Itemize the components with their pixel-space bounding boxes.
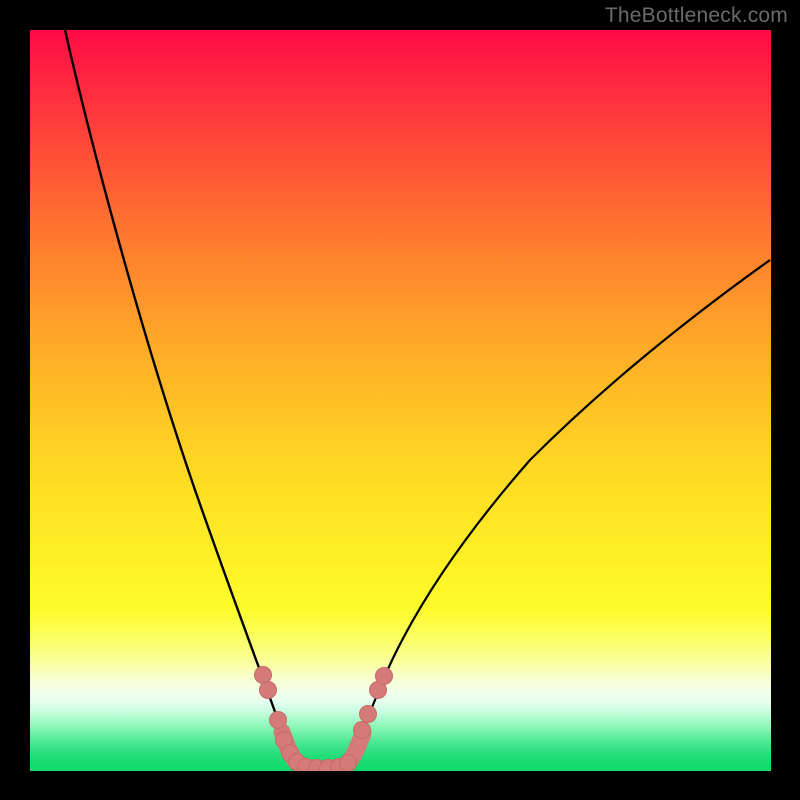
- chart-frame: TheBottleneck.com: [0, 0, 800, 800]
- marker-dot: [255, 667, 272, 684]
- marker-dot: [270, 712, 287, 729]
- plot-area: [30, 30, 771, 771]
- marker-dot: [360, 706, 377, 723]
- chart-svg: [30, 30, 771, 771]
- marker-dot: [340, 755, 357, 772]
- marker-dot: [376, 668, 393, 685]
- watermark-text: TheBottleneck.com: [605, 4, 788, 28]
- marker-dot: [354, 722, 371, 739]
- marker-group: [255, 667, 393, 772]
- curve-right-branch: [349, 260, 770, 769]
- marker-dot: [260, 682, 277, 699]
- curve-left-branch: [65, 30, 295, 769]
